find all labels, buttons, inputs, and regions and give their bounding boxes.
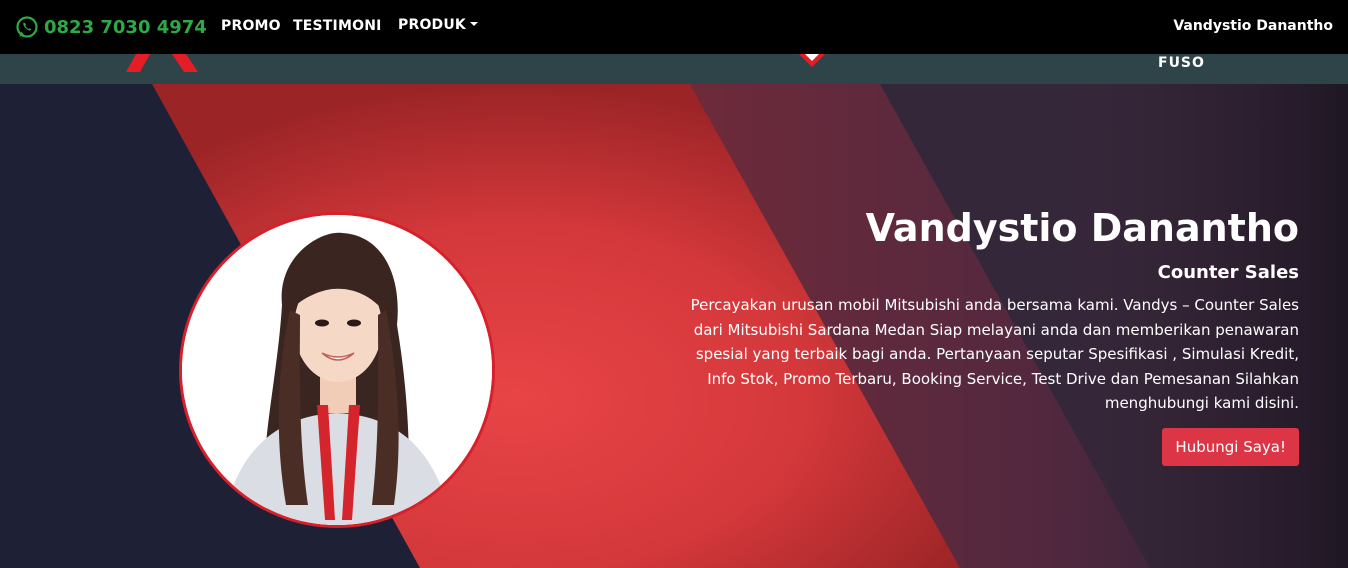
top-navbar: 0823 7030 4974 PROMO TESTIMONI PRODUK Va… bbox=[0, 0, 1348, 54]
nav-produk-dropdown[interactable]: PRODUK bbox=[398, 17, 478, 33]
nav-produk-label: PRODUK bbox=[398, 17, 466, 33]
header-user-name[interactable]: Vandystio Danantho bbox=[1173, 18, 1333, 34]
mitsubishi-diamond-icon bbox=[799, 54, 825, 67]
fuso-logo-text: FUSO bbox=[1158, 55, 1205, 71]
phone-number: 0823 7030 4974 bbox=[44, 16, 207, 38]
hero-sales-role: Counter Sales bbox=[1157, 262, 1299, 283]
nav-promo[interactable]: PROMO bbox=[221, 18, 281, 34]
hero-description: Percayakan urusan mobil Mitsubishi anda … bbox=[690, 296, 1299, 412]
portrait-illustration bbox=[182, 215, 492, 525]
whatsapp-icon bbox=[16, 16, 38, 38]
hero-section: Vandystio Danantho Counter Sales Percaya… bbox=[0, 84, 1348, 568]
sales-avatar bbox=[179, 212, 495, 528]
contact-me-button[interactable]: Hubungi Saya! bbox=[1162, 428, 1299, 466]
x-logo-icon bbox=[126, 54, 198, 72]
hero-sales-name: Vandystio Danantho bbox=[865, 206, 1299, 250]
brand-bar bbox=[0, 54, 1348, 84]
caret-down-icon bbox=[469, 22, 478, 26]
whatsapp-phone-link[interactable]: 0823 7030 4974 bbox=[15, 14, 207, 40]
nav-testimoni[interactable]: TESTIMONI bbox=[293, 18, 382, 34]
